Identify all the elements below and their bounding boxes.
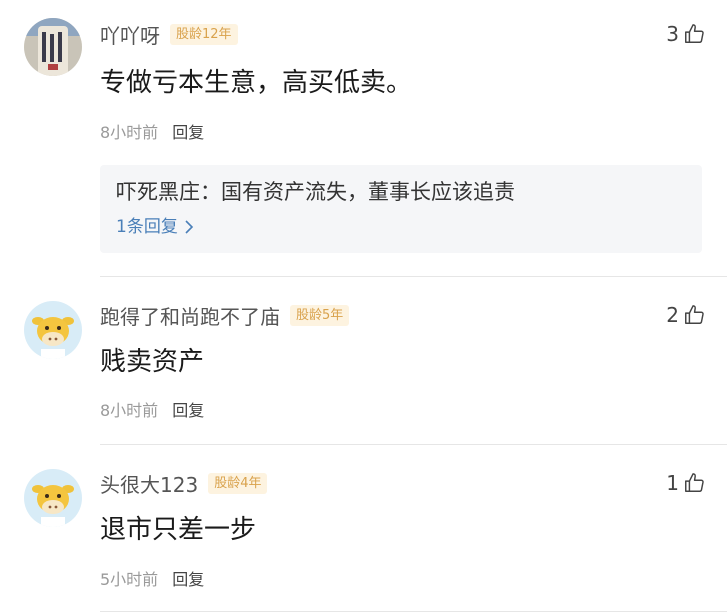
like-button[interactable]: 2 bbox=[666, 301, 705, 329]
divider bbox=[100, 611, 727, 612]
like-count: 3 bbox=[666, 22, 679, 46]
stock-age-badge: 股龄4年 bbox=[208, 472, 268, 494]
reply-preview[interactable]: 吓死黑庄：国有资产流失，董事长应该追责 1条回复 bbox=[100, 165, 702, 253]
comment-text: 专做亏本生意，高买低卖。 bbox=[100, 68, 413, 98]
timestamp: 5小时前 bbox=[100, 570, 159, 589]
photo-avatar-icon bbox=[24, 18, 82, 76]
username-row: 头很大123 股龄4年 bbox=[100, 469, 268, 498]
comment-meta: 5小时前 回复 bbox=[100, 567, 204, 589]
like-button[interactable]: 1 bbox=[666, 469, 705, 497]
chevron-right-icon bbox=[185, 220, 193, 234]
user-avatar[interactable] bbox=[24, 18, 82, 76]
like-count: 1 bbox=[666, 471, 679, 495]
stock-age-badge: 股龄5年 bbox=[290, 304, 350, 326]
reply-button[interactable]: 回复 bbox=[172, 119, 204, 143]
username-row: 跑得了和尚跑不了庙 股龄5年 bbox=[100, 301, 350, 330]
view-replies-label: 1条回复 bbox=[116, 217, 178, 237]
comment-text: 退市只差一步 bbox=[100, 515, 257, 545]
thumbs-up-icon bbox=[685, 24, 704, 43]
reply-preview-text: 吓死黑庄：国有资产流失，董事长应该追责 bbox=[116, 180, 515, 204]
like-count: 2 bbox=[666, 303, 679, 327]
reply-button[interactable]: 回复 bbox=[172, 566, 204, 590]
cow-avatar-icon bbox=[24, 469, 82, 527]
username-row: 吖吖呀 股龄12年 bbox=[100, 20, 238, 48]
reply-button[interactable]: 回复 bbox=[172, 397, 204, 421]
user-avatar[interactable] bbox=[24, 301, 82, 359]
username[interactable]: 头很大123 bbox=[100, 469, 198, 498]
stock-age-badge: 股龄12年 bbox=[170, 23, 238, 45]
cow-avatar-icon bbox=[24, 301, 82, 359]
username[interactable]: 吖吖呀 bbox=[100, 20, 160, 49]
like-button[interactable]: 3 bbox=[666, 20, 705, 48]
thumbs-up-icon bbox=[685, 305, 704, 324]
comment-meta: 8小时前 回复 bbox=[100, 398, 204, 420]
timestamp: 8小时前 bbox=[100, 123, 159, 142]
divider bbox=[100, 276, 727, 277]
thumbs-up-icon bbox=[685, 473, 704, 492]
view-replies-link[interactable]: 1条回复 bbox=[116, 215, 194, 239]
comment-meta: 8小时前 回复 bbox=[100, 120, 204, 142]
timestamp: 8小时前 bbox=[100, 401, 159, 420]
user-avatar[interactable] bbox=[24, 469, 82, 527]
username[interactable]: 跑得了和尚跑不了庙 bbox=[100, 301, 280, 330]
comment-text: 贱卖资产 bbox=[100, 347, 205, 377]
divider bbox=[100, 444, 727, 445]
